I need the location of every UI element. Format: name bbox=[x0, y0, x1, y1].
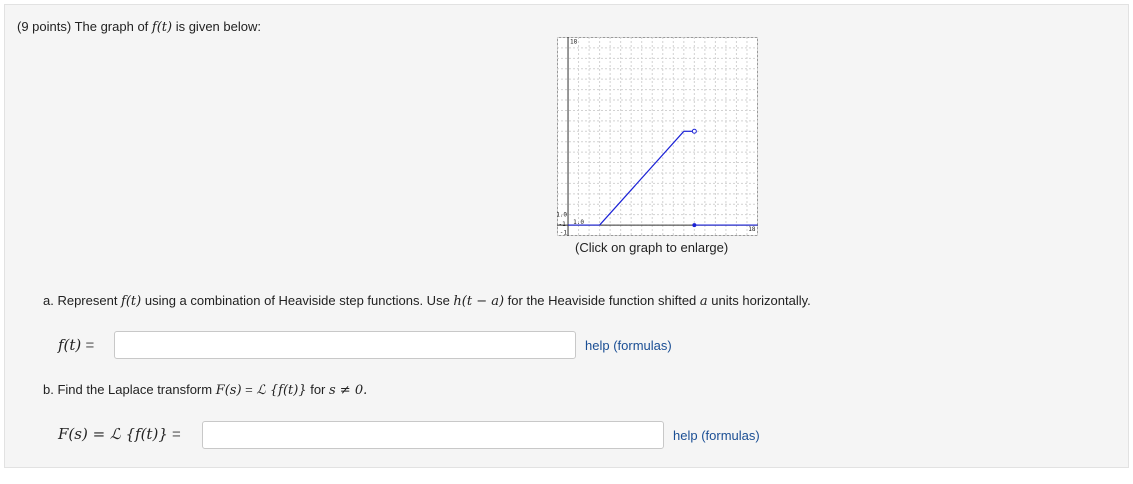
answer-b-input[interactable] bbox=[202, 421, 664, 449]
part-a-h-expr: h(t − a) bbox=[453, 294, 505, 309]
intro-f-of-t: f(t) bbox=[151, 20, 173, 35]
part-b-F-of-s: F(s) bbox=[215, 383, 242, 398]
intro-suffix: is given below: bbox=[172, 19, 261, 34]
part-b-for-text: for bbox=[306, 382, 329, 397]
open-endpoint bbox=[691, 128, 697, 134]
answer-a-input[interactable] bbox=[114, 331, 576, 359]
answer-a-label: f(t) = bbox=[58, 336, 94, 354]
part-b-condition: s ≠ 0. bbox=[329, 383, 368, 398]
graph-caption: (Click on graph to enlarge) bbox=[575, 240, 729, 255]
part-b-laplace-expr: ℒ {f(t)} bbox=[256, 383, 307, 398]
intro-prefix: (9 points) The graph of bbox=[17, 19, 152, 34]
function-graph[interactable]: 181.01.018-1-1 bbox=[557, 37, 758, 236]
answer-a-label-text: f(t) bbox=[58, 336, 82, 354]
part-b-prefix: b. Find the Laplace transform bbox=[43, 382, 216, 397]
part-a-middle2: for the Heaviside function shifted bbox=[504, 293, 700, 308]
graph-enlarge-link[interactable]: 18 1.0 1.0 18 -1 -1 bbox=[557, 37, 758, 236]
part-b-prompt: b. Find the Laplace transform F(s) = ℒ {… bbox=[43, 382, 367, 398]
y-tick-label: 1.0 bbox=[557, 212, 567, 219]
part-a-prefix: a. Represent bbox=[43, 293, 122, 308]
y-max-label: 18 bbox=[570, 39, 578, 46]
part-b-eq1: = bbox=[241, 382, 257, 397]
x-min-label: -1 bbox=[559, 221, 567, 228]
problem-panel: (9 points) The graph of f(t) is given be… bbox=[4, 4, 1129, 468]
part-a-prompt: a. Represent f(t) using a combination of… bbox=[43, 293, 811, 309]
help-formulas-link-b[interactable]: help (formulas) bbox=[673, 428, 760, 443]
help-formulas-link-a[interactable]: help (formulas) bbox=[585, 338, 672, 353]
answer-b-label: F(s) = ℒ {f(t)} = bbox=[58, 425, 181, 443]
answer-a-equals: = bbox=[85, 337, 95, 354]
graph-frame bbox=[557, 37, 758, 236]
problem-intro: (9 points) The graph of f(t) is given be… bbox=[17, 19, 261, 35]
x-max-label: 18 bbox=[748, 226, 756, 233]
part-a-a-var: a bbox=[699, 294, 708, 309]
part-a-middle: using a combination of Heaviside step fu… bbox=[141, 293, 454, 308]
closed-endpoint bbox=[692, 223, 697, 228]
answer-b-label-text: F(s) = ℒ {f(t)} bbox=[58, 425, 168, 443]
y-min-label: -1 bbox=[560, 230, 568, 237]
answer-b-equals: = bbox=[172, 426, 181, 443]
part-a-f-of-t: f(t) bbox=[121, 294, 142, 309]
part-a-suffix: units horizontally. bbox=[707, 293, 811, 308]
